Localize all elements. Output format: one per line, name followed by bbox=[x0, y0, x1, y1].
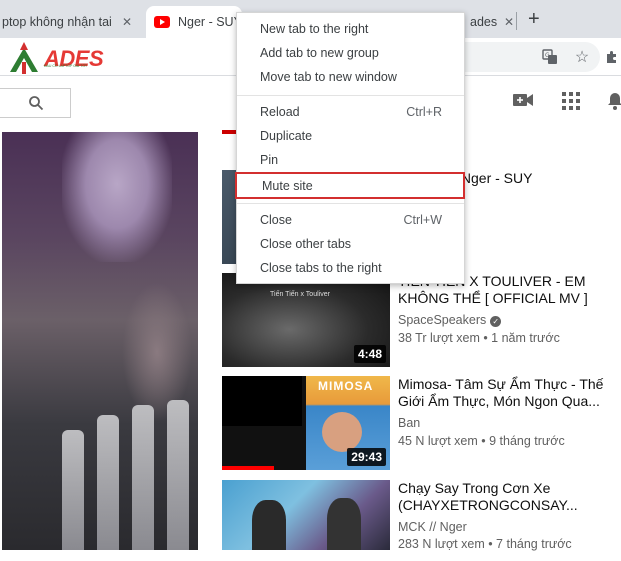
tab-laptop[interactable]: ptop không nhận tai ✕ bbox=[0, 6, 142, 38]
menu-item-label: Duplicate bbox=[260, 129, 313, 143]
player-frame-figure bbox=[62, 132, 172, 262]
player-frame-shape bbox=[132, 405, 154, 550]
menu-item-reload[interactable]: Reload Ctrl+R bbox=[237, 100, 464, 124]
video-meta: 38 Tr lượt xem • 1 năm trước bbox=[398, 331, 560, 345]
thumbnail-figure bbox=[252, 500, 286, 550]
tab-youtube[interactable]: Nger - SUY bbox=[146, 6, 242, 38]
video-title[interactable]: Mimosa- Tâm Sự Ẩm Thực - Thế Giới Ẩm Thự… bbox=[398, 376, 612, 410]
menu-item-duplicate[interactable]: Duplicate bbox=[237, 124, 464, 148]
menu-item-label: New tab to the right bbox=[260, 22, 369, 36]
menu-item-pin[interactable]: Pin bbox=[237, 148, 464, 172]
thumbnail-graphic bbox=[222, 376, 302, 426]
search-input[interactable] bbox=[0, 88, 71, 118]
menu-item-add-to-group[interactable]: Add tab to new group bbox=[237, 41, 464, 65]
player-frame-shape bbox=[97, 415, 119, 550]
channel-name[interactable]: SpaceSpeakers ✓ bbox=[398, 313, 502, 327]
thumbnail-label: MIMOSA bbox=[318, 379, 374, 393]
menu-item-label: Reload bbox=[260, 105, 300, 119]
close-icon[interactable]: ✕ bbox=[504, 15, 514, 29]
video-meta: 283 N lượt xem • 7 tháng trước bbox=[398, 537, 572, 551]
recommendation-item[interactable]: Tiến Tiến x Touliver 4:48 TIẾN TIẾN X TO… bbox=[222, 273, 612, 373]
verified-check-icon: ✓ bbox=[490, 316, 502, 327]
tab-title: ades bbox=[470, 15, 498, 29]
menu-separator bbox=[237, 203, 464, 204]
thumbnail-face bbox=[322, 412, 362, 452]
menu-item-close-other-tabs[interactable]: Close other tabs bbox=[237, 232, 464, 256]
player-frame-shape bbox=[62, 430, 84, 550]
video-thumbnail[interactable]: MIMOSA 29:43 bbox=[222, 376, 390, 470]
menu-item-shortcut: Ctrl+R bbox=[406, 105, 442, 119]
search-button[interactable] bbox=[8, 93, 64, 113]
tab-context-menu: New tab to the right Add tab to new grou… bbox=[235, 12, 465, 284]
channel-name[interactable]: MCK // Nger bbox=[398, 520, 467, 534]
video-player[interactable] bbox=[2, 132, 198, 550]
tab-title: Nger - SUY bbox=[178, 15, 242, 29]
menu-item-label: Add tab to new group bbox=[260, 46, 379, 60]
tab-ades[interactable]: ades ✕ bbox=[466, 6, 516, 38]
player-frame-shape bbox=[167, 400, 189, 550]
ades-logo-icon bbox=[10, 42, 38, 74]
video-thumbnail[interactable] bbox=[222, 480, 390, 550]
youtube-favicon-icon bbox=[154, 16, 170, 28]
recommendation-item[interactable]: Chạy Say Trong Cơn Xe (CHAYXETRONGCONSAY… bbox=[222, 480, 612, 560]
menu-item-label: Close other tabs bbox=[260, 237, 352, 251]
channel-name-text: SpaceSpeakers bbox=[398, 313, 487, 327]
recommendation-item[interactable]: MIMOSA 29:43 Mimosa- Tâm Sự Ẩm Thực - Th… bbox=[222, 376, 612, 476]
thumbnail-figure bbox=[327, 498, 361, 550]
search-icon bbox=[29, 96, 44, 111]
menu-item-label: Close bbox=[260, 213, 292, 227]
video-thumbnail[interactable]: Tiến Tiến x Touliver 4:48 bbox=[222, 273, 390, 367]
thumbnail-caption: Tiến Tiến x Touliver bbox=[270, 291, 330, 298]
menu-item-close[interactable]: Close Ctrl+W bbox=[237, 208, 464, 232]
logo-text: ADES bbox=[44, 46, 104, 71]
video-duration: 29:43 bbox=[347, 448, 386, 466]
menu-item-label: Pin bbox=[260, 153, 279, 167]
menu-separator bbox=[237, 95, 464, 96]
video-duration: 4:48 bbox=[353, 345, 386, 363]
translate-icon[interactable]: G bbox=[541, 48, 559, 66]
create-video-icon[interactable] bbox=[513, 92, 533, 114]
tab-title: ptop không nhận tai bbox=[2, 15, 112, 29]
tab-separator bbox=[516, 12, 517, 30]
menu-item-move-to-window[interactable]: Move tab to new window bbox=[237, 65, 464, 89]
video-meta: 45 N lượt xem • 9 tháng trước bbox=[398, 434, 565, 448]
apps-grid-icon[interactable] bbox=[562, 92, 580, 114]
menu-item-new-tab-right[interactable]: New tab to the right bbox=[237, 17, 464, 41]
ades-logo: ADES bbox=[6, 42, 104, 76]
close-icon[interactable]: ✕ bbox=[122, 15, 132, 29]
new-tab-button[interactable]: + bbox=[528, 9, 540, 29]
watch-progress-bar bbox=[222, 466, 274, 470]
bookmark-star-icon[interactable]: ☆ bbox=[573, 48, 591, 66]
extensions-puzzle-icon[interactable] bbox=[603, 48, 621, 66]
video-title[interactable]: Chạy Say Trong Cơn Xe (CHAYXETRONGCONSAY… bbox=[398, 480, 612, 514]
menu-item-label: Close tabs to the right bbox=[260, 261, 382, 275]
menu-item-label: Mute site bbox=[262, 178, 313, 193]
menu-item-mute-site[interactable]: Mute site bbox=[235, 172, 465, 199]
menu-item-shortcut: Ctrl+W bbox=[403, 213, 442, 227]
logo-tagline: ĐÂU CÓ LAPTOP GIÁ TỐT bbox=[44, 64, 88, 68]
channel-name[interactable]: Ban bbox=[398, 416, 420, 430]
notifications-bell-icon[interactable] bbox=[608, 92, 621, 114]
menu-item-label: Move tab to new window bbox=[260, 70, 397, 84]
menu-item-close-tabs-right[interactable]: Close tabs to the right bbox=[237, 256, 464, 280]
svg-text:G: G bbox=[545, 52, 550, 59]
